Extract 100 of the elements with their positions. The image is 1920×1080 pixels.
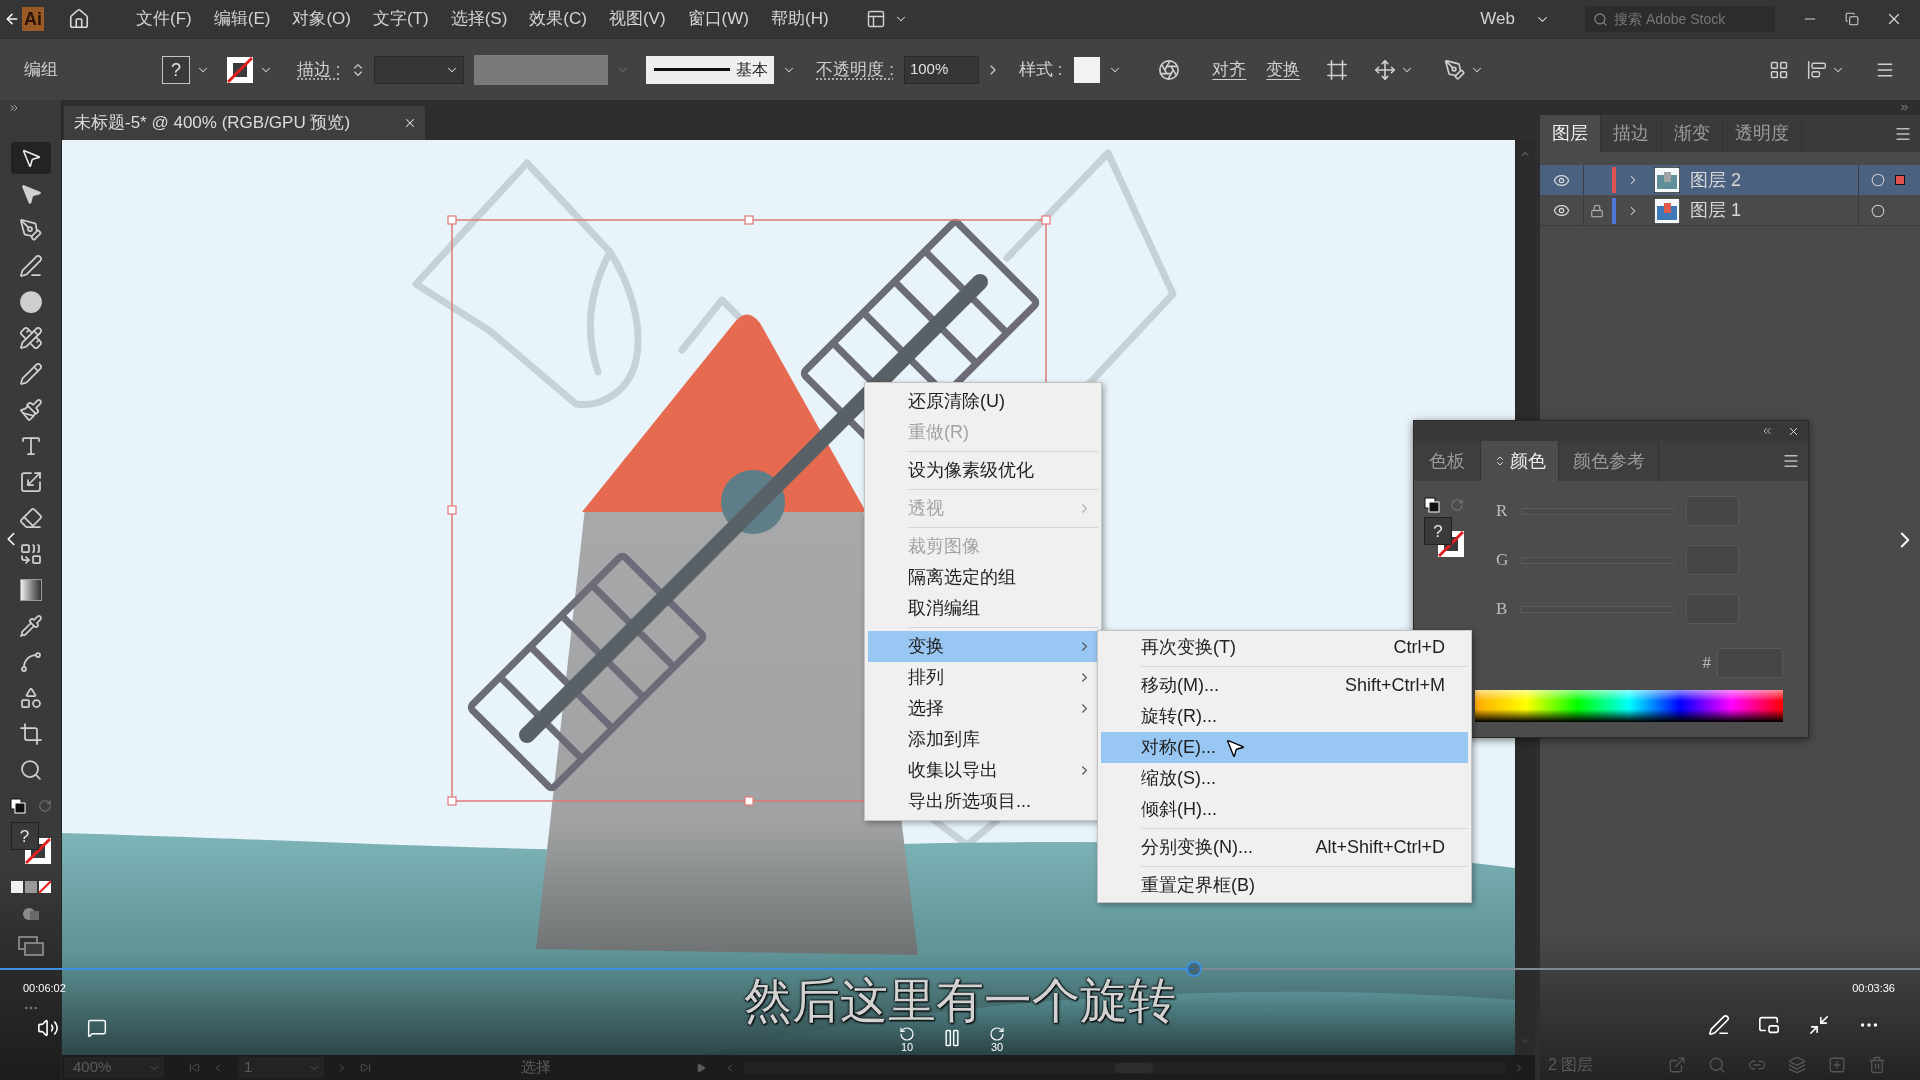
skip-forward-button[interactable]: 30 — [982, 1026, 1012, 1053]
menu-item[interactable]: 缩放(S)... — [1101, 763, 1468, 794]
panel-tab[interactable]: 颜色 — [1481, 441, 1559, 481]
overlapping-squares-icon[interactable] — [9, 798, 26, 814]
document-tab[interactable]: 未标题-5* @ 400% (RGB/GPU 预览) — [64, 106, 425, 140]
menu-item[interactable]: 收集以导出 — [868, 755, 1098, 786]
restore-icon[interactable] — [1845, 12, 1859, 26]
menu-item[interactable]: 设为像素级优化 — [868, 455, 1098, 486]
target-ring-icon[interactable] — [1871, 203, 1885, 218]
pause-icon[interactable] — [942, 1028, 962, 1048]
skip-back-button[interactable]: 10 — [892, 1026, 922, 1053]
speech-bubble-icon[interactable] — [87, 1018, 107, 1038]
opacity-label[interactable]: 不透明度 : — [816, 56, 894, 83]
stroke-weight-field[interactable] — [374, 55, 465, 84]
gradient-swatch-icon[interactable] — [19, 579, 42, 601]
eyedropper-icon[interactable] — [18, 614, 43, 638]
pen-nib-icon[interactable] — [1444, 58, 1467, 81]
minimize-arrows-icon[interactable] — [1808, 1014, 1830, 1036]
menu-item[interactable]: 排列 — [868, 662, 1098, 693]
style-swatch[interactable] — [1074, 56, 1101, 83]
resize-handle[interactable] — [447, 796, 457, 806]
close-icon[interactable] — [403, 116, 417, 130]
target-ring-icon[interactable] — [1871, 173, 1885, 187]
mouse-cursor-icon[interactable] — [1224, 737, 1246, 759]
menu-item[interactable]: 添加到库 — [868, 724, 1098, 755]
eraser-icon[interactable] — [18, 506, 43, 530]
menu-item[interactable]: 重置定界框(B) — [1101, 870, 1468, 901]
double-chevron-icon[interactable] — [1761, 425, 1773, 437]
crop-icon[interactable] — [18, 722, 43, 746]
panel-menu-icon[interactable] — [1782, 452, 1800, 470]
resize-handle[interactable] — [1041, 215, 1051, 225]
magnifier-icon[interactable] — [18, 758, 43, 782]
menu-item[interactable]: 选择(S) — [439, 0, 519, 38]
paintbrush-icon[interactable] — [18, 398, 43, 422]
play-icon[interactable] — [696, 1062, 706, 1073]
fill-swatch[interactable]: ? — [1424, 517, 1452, 545]
resize-handle[interactable] — [744, 796, 754, 806]
layer-row[interactable]: 图层 1 — [1540, 196, 1920, 226]
picture-in-picture-icon[interactable] — [1758, 1014, 1780, 1036]
color-squares-icon[interactable] — [10, 880, 51, 894]
resize-arrow-icon[interactable] — [18, 470, 43, 494]
aperture-icon[interactable] — [1158, 58, 1181, 81]
lock-icon[interactable] — [1590, 203, 1604, 218]
menu-item[interactable]: 还原清除(U) — [868, 386, 1098, 417]
menu-item[interactable]: 隔离选定的组 — [868, 562, 1098, 593]
brush-dropdown[interactable]: 基本 — [646, 55, 775, 84]
menu-item[interactable]: 选择 — [868, 693, 1098, 724]
pen-nib-icon[interactable] — [18, 218, 43, 242]
overlapping-screens-icon[interactable] — [17, 936, 44, 956]
menu-item[interactable]: 移动(M)... Shift+Ctrl+M — [1101, 670, 1468, 701]
align-link[interactable]: 对齐 — [1212, 56, 1247, 83]
ellipse-icon[interactable] — [18, 290, 43, 314]
menu-item[interactable]: 导出所选项目... — [868, 786, 1098, 817]
menu-item[interactable]: 文字(T) — [361, 0, 440, 38]
move-arrows-icon[interactable] — [1374, 58, 1397, 81]
stroke-none-swatch-icon[interactable] — [227, 56, 253, 83]
curved-pen-icon[interactable] — [18, 254, 43, 278]
counterclockwise-arrow-icon[interactable] — [899, 1026, 915, 1042]
menu-item[interactable]: 效果(C) — [518, 0, 598, 38]
resize-handle[interactable] — [447, 215, 457, 225]
menu-item[interactable]: 变换 — [868, 631, 1098, 662]
fill-swatch[interactable]: ? — [162, 55, 190, 84]
home-icon[interactable] — [68, 8, 90, 30]
double-chevron-icon[interactable] — [8, 102, 20, 114]
menu-item[interactable]: 对称(E)... — [1101, 732, 1468, 763]
combine-shapes-icon[interactable] — [18, 542, 43, 566]
width-profile-field[interactable] — [474, 54, 609, 85]
video-progress-track[interactable] — [0, 961, 1920, 977]
menu-item[interactable]: 取消编组 — [868, 593, 1098, 624]
clockwise-arrow-icon[interactable] — [989, 1026, 1005, 1042]
panel-tab[interactable]: 渐变 — [1662, 115, 1723, 152]
resize-handle[interactable] — [447, 505, 457, 515]
menu-item[interactable]: 窗口(W) — [676, 0, 760, 38]
pen-icon[interactable] — [1708, 1014, 1730, 1036]
panel-tab[interactable]: 图层 — [1540, 115, 1601, 152]
panel-tab[interactable]: 颜色参考 — [1559, 441, 1659, 481]
overlapping-squares-icon[interactable] — [1424, 497, 1440, 513]
menu-item[interactable]: 文件(F) — [125, 0, 203, 38]
panel-tab[interactable]: 透明度 — [1723, 115, 1802, 152]
panel-tab[interactable]: 描边 — [1601, 115, 1662, 152]
volume-icon[interactable] — [37, 1017, 59, 1039]
workspace-dropdown[interactable]: Web — [1480, 6, 1550, 32]
visibility-eye-icon[interactable] — [1553, 202, 1570, 219]
square-marker-icon[interactable] — [1895, 175, 1905, 185]
pencil-ruler-icon[interactable] — [18, 326, 43, 350]
menu-item[interactable]: 对象(O) — [281, 0, 362, 38]
menu-item[interactable]: 编辑(E) — [202, 0, 282, 38]
menu-item[interactable]: 倾斜(H)... — [1101, 794, 1468, 825]
layer-row[interactable]: 图层 2 — [1540, 165, 1920, 195]
resize-handle[interactable] — [744, 215, 754, 225]
frame-icon[interactable] — [1326, 58, 1349, 81]
search-icon[interactable] — [1593, 12, 1608, 27]
shapes-icon[interactable] — [18, 686, 43, 710]
menu-item[interactable]: 视图(V) — [597, 0, 677, 38]
progress-thumb[interactable] — [1186, 961, 1203, 977]
color-spectrum[interactable] — [1475, 690, 1783, 722]
opacity-field[interactable]: 100% — [903, 55, 979, 84]
layout-icon[interactable] — [865, 9, 886, 29]
double-chevron-icon[interactable] — [1899, 102, 1910, 113]
grid-icon[interactable] — [1769, 59, 1789, 80]
